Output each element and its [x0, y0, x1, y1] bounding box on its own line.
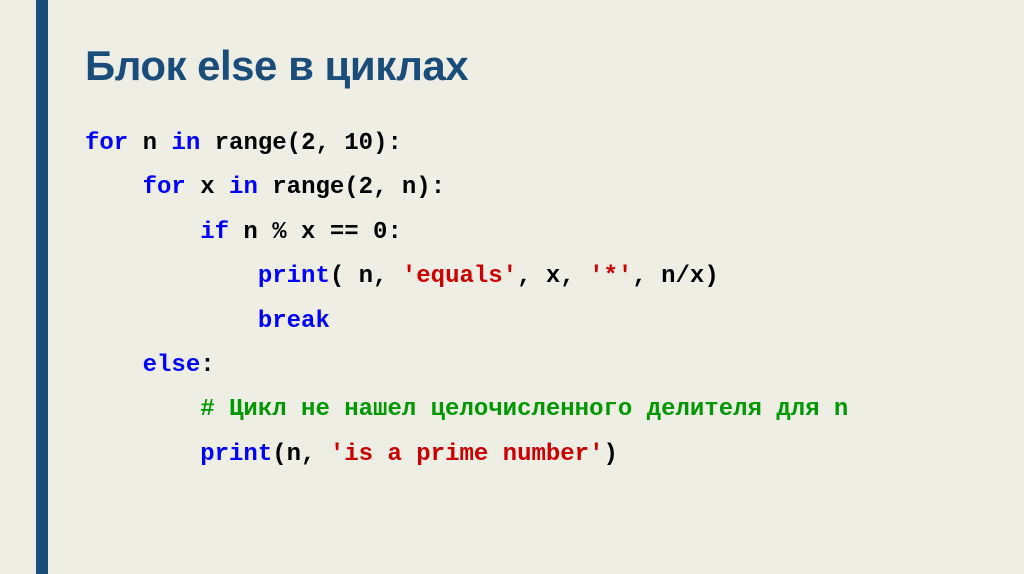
- code-token: in: [229, 174, 258, 201]
- code-token: 'is a prime number': [330, 441, 604, 468]
- code-token: break: [258, 308, 330, 335]
- code-token: range(2, 10):: [200, 130, 402, 157]
- code-token: else: [143, 352, 201, 379]
- left-accent-bar: [36, 0, 48, 574]
- code-token: in: [171, 130, 200, 157]
- code-token: print: [258, 263, 330, 290]
- code-token: ( n,: [330, 263, 402, 290]
- code-token: [85, 352, 143, 379]
- code-token: print: [200, 441, 272, 468]
- code-token: [85, 308, 258, 335]
- slide-content: Блок else в циклах for n in range(2, 10)…: [85, 42, 848, 477]
- code-token: [85, 263, 258, 290]
- code-token: if: [200, 219, 229, 246]
- code-token: ): [604, 441, 618, 468]
- code-block: for n in range(2, 10): for x in range(2,…: [85, 122, 848, 477]
- code-token: [85, 396, 200, 423]
- code-token: n: [128, 130, 171, 157]
- code-token: n % x == 0:: [229, 219, 402, 246]
- slide-title: Блок else в циклах: [85, 42, 848, 90]
- code-token: range(2, n):: [258, 174, 445, 201]
- code-token: for: [143, 174, 186, 201]
- code-token: [85, 174, 143, 201]
- code-token: , x,: [517, 263, 589, 290]
- code-token: [85, 219, 200, 246]
- code-token: :: [200, 352, 214, 379]
- code-token: x: [186, 174, 229, 201]
- code-token: 'equals': [402, 263, 517, 290]
- code-token: # Цикл не нашел целочисленного делителя …: [200, 396, 848, 423]
- code-token: (n,: [272, 441, 330, 468]
- code-token: [85, 441, 200, 468]
- code-token: '*': [589, 263, 632, 290]
- code-token: , n/x): [632, 263, 718, 290]
- code-token: for: [85, 130, 128, 157]
